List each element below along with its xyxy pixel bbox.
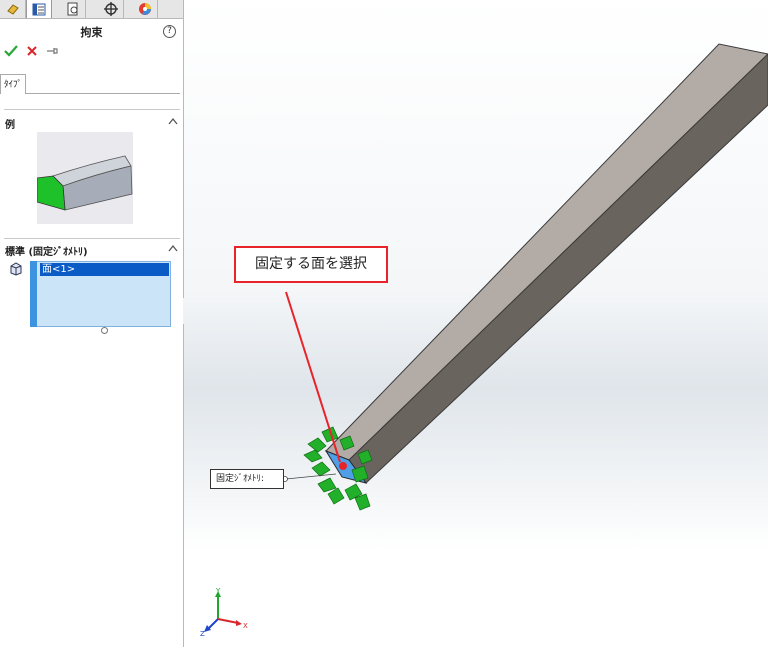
assembly-icon[interactable]	[0, 0, 26, 18]
property-manager-title: 拘束	[80, 26, 103, 39]
beam-model[interactable]	[184, 0, 768, 647]
face-icon	[10, 262, 22, 276]
tab-divider	[26, 93, 180, 94]
selection-list-active-bar	[30, 261, 37, 327]
tab-type[interactable]: ﾀｲﾌﾟ	[0, 74, 26, 94]
dimxpert-icon[interactable]	[98, 0, 124, 18]
chevron-up-icon[interactable]	[168, 244, 178, 252]
selection-list-item[interactable]: 面<1>	[40, 263, 169, 276]
triad-x-label: X	[243, 622, 248, 630]
callout-annotation: 固定する面を選択	[234, 246, 388, 283]
pushpin-icon[interactable]	[46, 46, 58, 56]
section-divider	[4, 238, 180, 239]
graphics-viewport[interactable]	[184, 0, 768, 647]
standard-section-title: 標準 (固定ｼﾞｵﾒﾄﾘ)	[5, 247, 88, 258]
property-manager-panel: 拘束 ? ﾀｲﾌﾟ 例 標準 (固定ｼﾞｵﾒﾄﾘ) 面<1>	[0, 0, 184, 647]
example-section-title: 例	[5, 120, 15, 131]
reference-triad: Y X Z	[200, 587, 248, 637]
display-manager-icon[interactable]	[132, 0, 158, 18]
panel-tab-bar	[0, 0, 183, 19]
resize-handle[interactable]	[101, 327, 108, 334]
close-icon[interactable]	[26, 45, 38, 57]
triad-z-label: Z	[200, 630, 205, 637]
section-divider	[4, 109, 180, 110]
example-image	[36, 132, 133, 224]
question-icon[interactable]: ?	[163, 25, 176, 38]
property-manager-icon[interactable]	[26, 0, 52, 18]
fixture-label[interactable]: 固定ｼﾞｵﾒﾄﾘ:	[210, 469, 284, 489]
triad-y-label: Y	[215, 587, 221, 595]
configuration-manager-icon[interactable]	[60, 0, 86, 18]
chevron-up-icon[interactable]	[168, 117, 178, 125]
checkmark-icon[interactable]	[4, 45, 18, 57]
